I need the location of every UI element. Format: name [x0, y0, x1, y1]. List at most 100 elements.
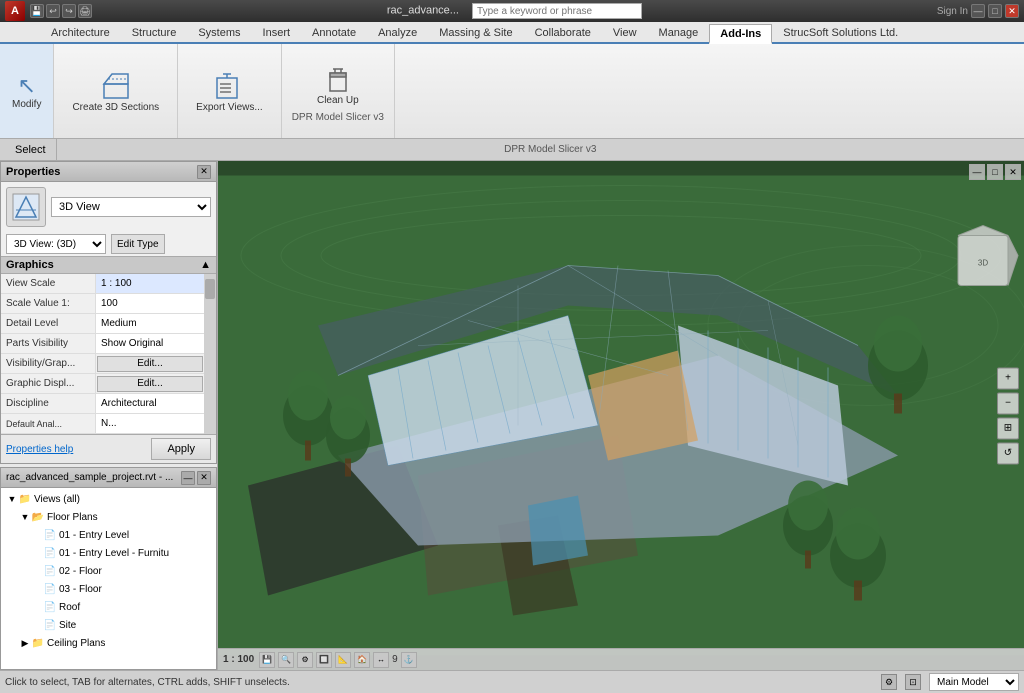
prop-label-defaultanal: Default Anal...	[1, 414, 96, 433]
project-browser: rac_advanced_sample_project.rvt - ... — …	[0, 467, 217, 670]
status-bar: Click to select, TAB for alternates, CTR…	[0, 670, 1024, 693]
tree-label-views-all: Views (all)	[34, 494, 80, 505]
search-input[interactable]	[472, 3, 642, 19]
restore-btn[interactable]: □	[988, 4, 1002, 18]
tree-item-entry-level[interactable]: ▶ 📄 01 - Entry Level	[1, 526, 216, 544]
tree-label-entry-furni: 01 - Entry Level - Furnitu	[59, 548, 169, 559]
view-name-select[interactable]: 3D View: (3D)	[6, 234, 106, 254]
save-btn[interactable]: 💾	[30, 4, 44, 18]
create-3d-sections-btn[interactable]: Create 3D Sections	[64, 67, 167, 116]
tab-massing[interactable]: Massing & Site	[428, 22, 523, 42]
view-ctrl-5[interactable]: 📐	[335, 652, 351, 668]
tree-item-floor-03[interactable]: ▶ 📄 03 - Floor	[1, 580, 216, 598]
app-logo: A	[5, 1, 25, 21]
tree-item-floor-02[interactable]: ▶ 📄 02 - Floor	[1, 562, 216, 580]
props-table: View Scale 1 : 100 Scale Value 1: 100 De…	[1, 274, 216, 434]
prop-value-viewscale[interactable]: 1 : 100	[96, 274, 204, 293]
left-panel: Properties ✕ 3D View 3	[0, 161, 218, 670]
view-type-icon	[6, 187, 46, 227]
tab-systems[interactable]: Systems	[187, 22, 251, 42]
tab-insert[interactable]: Insert	[252, 22, 302, 42]
browser-minimize-btn[interactable]: —	[181, 471, 195, 485]
redo-btn[interactable]: ↪	[62, 4, 76, 18]
viewport-close-btn[interactable]: ✕	[1005, 164, 1021, 180]
view-type-select[interactable]: 3D View	[51, 197, 211, 217]
prop-row-visibilitygrap: Visibility/Grap... Edit...	[1, 354, 204, 374]
properties-footer: Properties help Apply	[1, 434, 216, 463]
properties-help-link[interactable]: Properties help	[6, 444, 73, 455]
tree-item-roof[interactable]: ▶ 📄 Roof	[1, 598, 216, 616]
prop-row-graphicdispl: Graphic Displ... Edit...	[1, 374, 204, 394]
tab-manage[interactable]: Manage	[648, 22, 710, 42]
tab-view[interactable]: View	[602, 22, 648, 42]
prop-edit-graphicdispl[interactable]: Edit...	[97, 376, 203, 392]
tree-item-floorplans[interactable]: ▼ 📂 Floor Plans	[1, 508, 216, 526]
close-btn[interactable]: ✕	[1005, 4, 1019, 18]
undo-btn[interactable]: ↩	[46, 4, 60, 18]
viewport-restore-btn[interactable]: □	[987, 164, 1003, 180]
print-btn[interactable]: 🖨	[78, 4, 92, 18]
sign-in-link[interactable]: Sign In	[937, 6, 968, 17]
view-ctrl-7[interactable]: ↔	[373, 652, 389, 668]
export-views-btn[interactable]: Export Views...	[188, 67, 271, 116]
tab-architecture[interactable]: Architecture	[40, 22, 121, 42]
cleanup-icon	[322, 63, 354, 95]
tab-collaborate[interactable]: Collaborate	[524, 22, 602, 42]
browser-tree: ▼ 📁 Views (all) ▼ 📂 Floor Plans ▶ 📄 01 -…	[1, 488, 216, 669]
tab-structure[interactable]: Structure	[121, 22, 188, 42]
zoom-out-btn[interactable]: −	[997, 392, 1019, 414]
titlebar: A 💾 ↩ ↪ 🖨 rac_advance... Sign In — □ ✕	[0, 0, 1024, 22]
svg-text:3D: 3D	[978, 259, 988, 268]
viewport-minimize-btn[interactable]: —	[969, 164, 985, 180]
zoom-in-btn[interactable]: +	[997, 367, 1019, 389]
view-ctrl-9[interactable]: 9	[392, 654, 398, 665]
tab-analyze[interactable]: Analyze	[367, 22, 428, 42]
tab-annotate[interactable]: Annotate	[301, 22, 367, 42]
properties-header: Properties ✕	[1, 162, 216, 182]
model-select[interactable]: Main Model	[929, 673, 1019, 691]
browser-controls: — ✕	[181, 471, 211, 485]
tab-addins[interactable]: Add-Ins	[709, 24, 772, 44]
view-ctrl-anchor[interactable]: ⚓	[401, 652, 417, 668]
browser-close-btn[interactable]: ✕	[197, 471, 211, 485]
create-3d-sections-icon	[100, 70, 132, 102]
zoom-fit-btn[interactable]: ⊞	[997, 417, 1019, 439]
modify-button[interactable]: ↖ Modify	[0, 44, 54, 138]
tree-toggle-ceiling[interactable]: ▶	[19, 637, 31, 649]
rotate-btn[interactable]: ↺	[997, 442, 1019, 464]
apply-button[interactable]: Apply	[151, 438, 211, 460]
minimize-btn[interactable]: —	[971, 4, 985, 18]
prop-edit-visibilitygrap[interactable]: Edit...	[97, 356, 203, 372]
cleanup-btn[interactable]: Clean Up	[309, 60, 367, 109]
tree-toggle-views[interactable]: ▼	[6, 493, 18, 505]
props-scrollbar[interactable]	[204, 274, 216, 434]
quick-access-toolbar: 💾 ↩ ↪ 🖨	[30, 4, 92, 18]
modify-label: Modify	[12, 99, 41, 110]
prop-value-scalevalue: 100	[96, 294, 204, 313]
select-section: Select	[5, 139, 57, 160]
view-ctrl-2[interactable]: 🔍	[278, 652, 294, 668]
properties-close-btn[interactable]: ✕	[197, 165, 211, 179]
tree-item-views-all[interactable]: ▼ 📁 Views (all)	[1, 490, 216, 508]
view-ctrl-6[interactable]: 🏠	[354, 652, 370, 668]
prop-label-visibilitygrap: Visibility/Grap...	[1, 354, 96, 373]
graphics-collapse-icon[interactable]: ▲	[200, 259, 211, 271]
modify-icon: ↖	[18, 73, 36, 99]
view-ctrl-3[interactable]: ⚙	[297, 652, 313, 668]
tree-item-ceiling-plans[interactable]: ▶ 📁 Ceiling Plans	[1, 634, 216, 652]
tree-toggle-floorplans[interactable]: ▼	[19, 511, 31, 523]
viewport[interactable]: — □ ✕	[218, 161, 1024, 670]
view-ctrl-4[interactable]: 🔲	[316, 652, 332, 668]
edit-type-btn[interactable]: Edit Type	[111, 234, 165, 254]
prop-label-discipline: Discipline	[1, 394, 96, 413]
ribbon-bottom: Select DPR Model Slicer v3	[0, 139, 1024, 161]
prop-row-partsvisibility: Parts Visibility Show Original	[1, 334, 204, 354]
prop-label-viewscale: View Scale	[1, 274, 96, 293]
tree-item-site[interactable]: ▶ 📄 Site	[1, 616, 216, 634]
view-ctrl-1[interactable]: 💾	[259, 652, 275, 668]
tab-strucsoft[interactable]: StrucSoft Solutions Ltd.	[772, 22, 909, 42]
ribbon-spacer	[395, 44, 1024, 138]
tree-item-entry-level-furni[interactable]: ▶ 📄 01 - Entry Level - Furnitu	[1, 544, 216, 562]
main-area: Properties ✕ 3D View 3	[0, 161, 1024, 670]
tree-label-floor-02: 02 - Floor	[59, 566, 102, 577]
